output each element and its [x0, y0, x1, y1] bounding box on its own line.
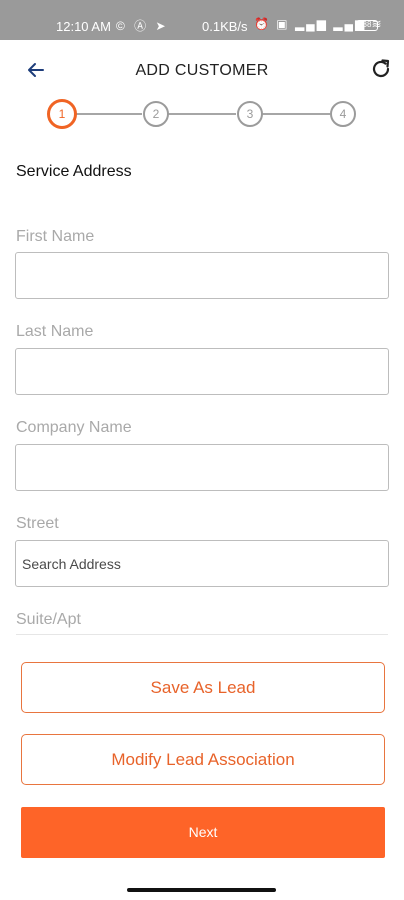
refresh-icon: [372, 59, 390, 78]
company-name-input[interactable]: [15, 444, 389, 491]
app-header: ADD CUSTOMER: [0, 40, 404, 98]
progress-stepper: 1 2 3 4: [0, 98, 404, 130]
step-2[interactable]: 2: [143, 101, 169, 127]
home-indicator[interactable]: [127, 888, 276, 892]
battery-icon: 38: [356, 20, 378, 31]
step-3[interactable]: 3: [237, 101, 263, 127]
network-speed: 0.1KB/s: [202, 19, 248, 34]
last-name-label: Last Name: [16, 323, 94, 340]
next-button[interactable]: Next: [21, 807, 385, 858]
modify-lead-association-button[interactable]: Modify Lead Association: [21, 734, 385, 785]
last-name-input[interactable]: [15, 348, 389, 395]
step-4[interactable]: 4: [330, 101, 356, 127]
street-search-input[interactable]: [15, 540, 389, 587]
suite-apt-label[interactable]: Suite/Apt: [16, 611, 81, 629]
status-bar: 12:10 AM © Ⓐ ➤ 0.1KB/s ⏰ ▣ ▂▄▆ ▂▄▆ ≋ 38: [0, 0, 404, 40]
section-title: Service Address: [16, 163, 132, 180]
stepper-connector: [262, 113, 330, 115]
page-title: ADD CUSTOMER: [135, 62, 269, 79]
refresh-button[interactable]: [368, 56, 394, 82]
first-name-label: First Name: [16, 228, 95, 245]
first-name-input[interactable]: [15, 252, 389, 299]
stepper-connector: [168, 113, 236, 115]
stepper-connector: [76, 113, 142, 115]
suite-apt-underline: [16, 634, 388, 635]
status-time: 12:10 AM: [56, 19, 111, 34]
company-name-label: Company Name: [16, 419, 132, 436]
notification-icons: © Ⓐ ➤: [116, 19, 169, 33]
save-as-lead-button[interactable]: Save As Lead: [21, 662, 385, 713]
step-1[interactable]: 1: [47, 99, 77, 129]
street-label: Street: [16, 515, 59, 532]
